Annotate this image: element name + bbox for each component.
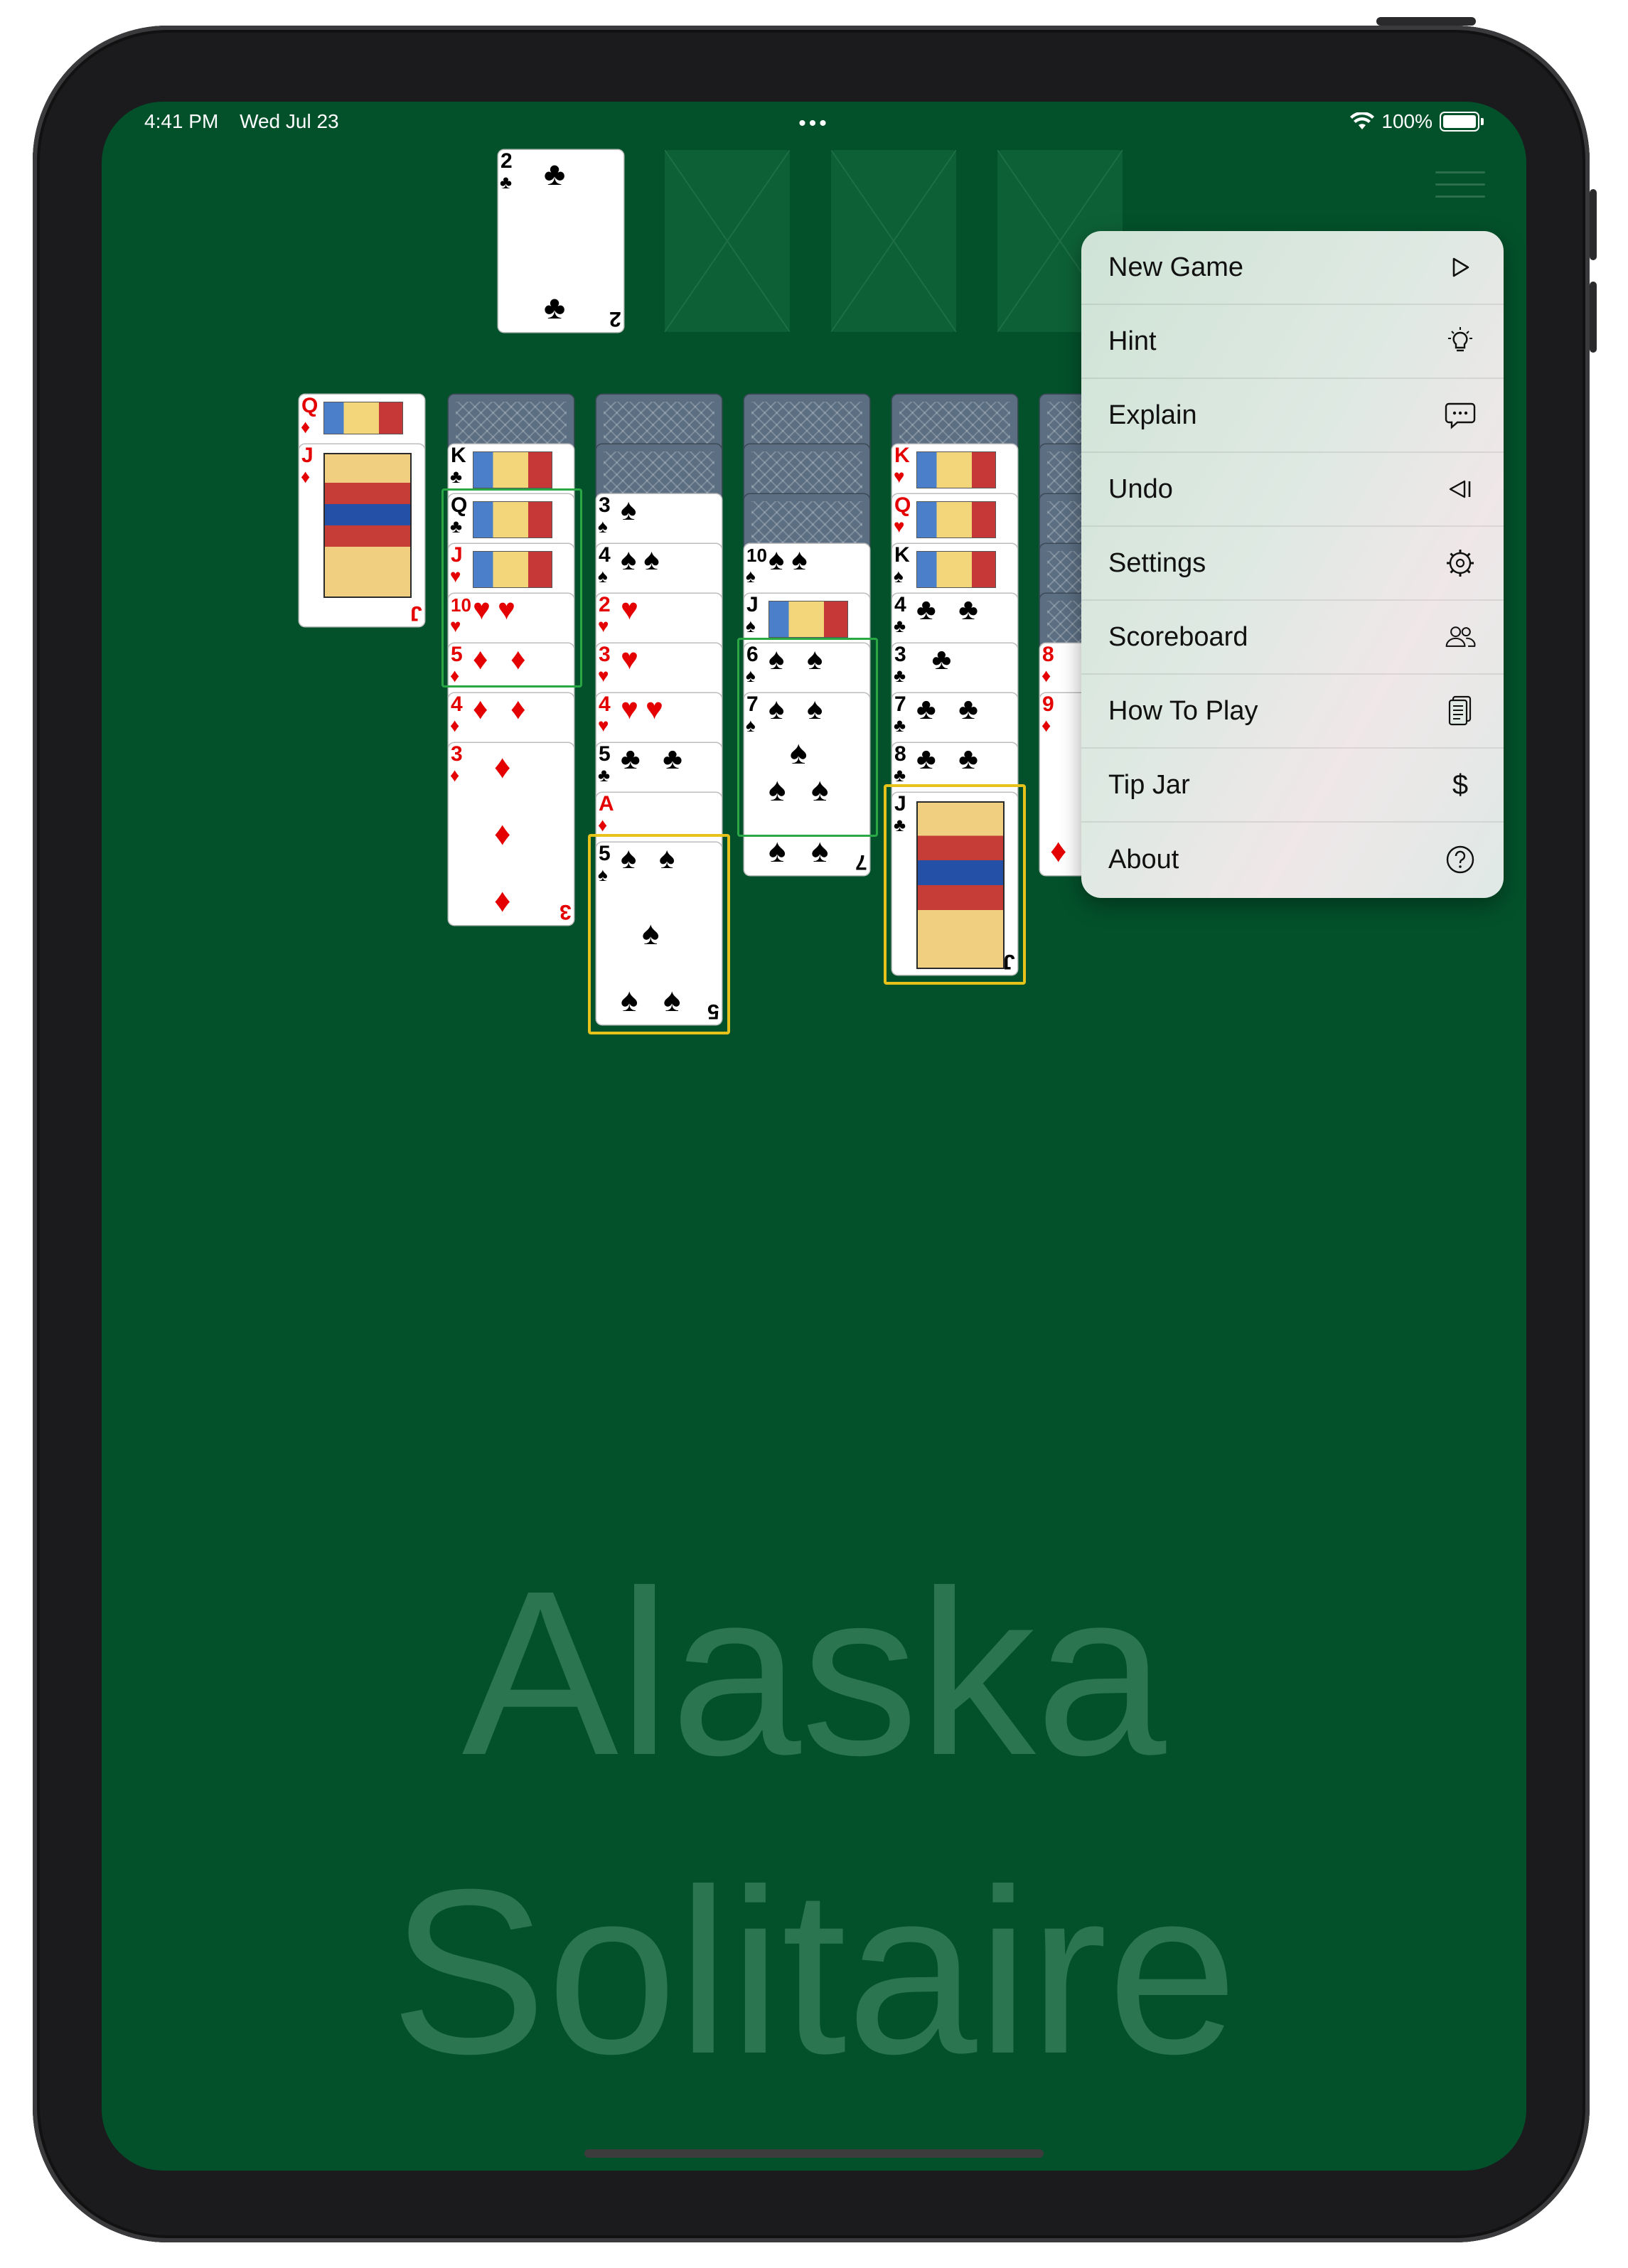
question-icon — [1444, 843, 1477, 876]
foundation-slot-empty[interactable] — [831, 150, 956, 332]
battery-icon — [1440, 112, 1479, 132]
card-rank: 2 — [500, 150, 513, 173]
volume-up-button — [1590, 189, 1597, 260]
speech-bubble-icon — [1444, 399, 1477, 432]
menu-item-label: Settings — [1108, 547, 1206, 578]
menu-item-about[interactable]: About — [1081, 823, 1504, 897]
watermark-title-line2: Solitaire — [390, 1840, 1238, 2102]
top-button — [1376, 17, 1476, 26]
card-rank-bottom: 2 — [609, 307, 621, 331]
face-art — [916, 501, 996, 538]
menu-button[interactable] — [1435, 171, 1485, 214]
volume-down-button — [1590, 282, 1597, 353]
card-3-diamonds[interactable]: 3 ♦ ♦ ♦ ♦ 3 — [449, 743, 574, 925]
gear-icon — [1444, 547, 1477, 579]
face-art — [323, 402, 403, 434]
game-menu: New Game Hint Explain Undo Settings Scor… — [1081, 231, 1504, 898]
menu-item-label: Scoreboard — [1108, 621, 1248, 652]
status-time: 4:41 PM — [144, 110, 219, 132]
face-art — [769, 601, 848, 638]
pip: ♣ — [544, 155, 566, 192]
highlight-hint-source — [588, 834, 730, 1034]
face-art — [323, 453, 412, 598]
menu-item-label: Undo — [1108, 474, 1173, 504]
menu-item-tip-jar[interactable]: Tip Jar $ — [1081, 749, 1504, 823]
menu-item-hint[interactable]: Hint — [1081, 305, 1504, 379]
document-icon — [1444, 695, 1477, 727]
people-icon — [1444, 621, 1477, 653]
menu-item-how-to-play[interactable]: How To Play — [1081, 675, 1504, 749]
foundation-slot-empty[interactable] — [665, 150, 790, 332]
highlight-movable-group — [737, 638, 878, 837]
home-indicator[interactable] — [584, 2149, 1044, 2158]
undo-icon — [1444, 473, 1477, 506]
face-art — [916, 551, 996, 588]
dollar-icon: $ — [1452, 769, 1469, 801]
status-time-date: 4:41 PM Wed Jul 23 — [144, 110, 339, 133]
menu-item-label: About — [1108, 844, 1179, 874]
status-right: 100% — [1350, 110, 1484, 133]
menu-item-undo[interactable]: Undo — [1081, 453, 1504, 527]
battery-cap — [1481, 118, 1484, 125]
face-art — [473, 451, 552, 488]
menu-item-settings[interactable]: Settings — [1081, 527, 1504, 601]
highlight-movable-group — [441, 488, 582, 688]
face-art — [916, 451, 996, 488]
menu-item-scoreboard[interactable]: Scoreboard — [1081, 601, 1504, 675]
menu-item-label: Tip Jar — [1108, 769, 1190, 800]
status-date: Wed Jul 23 — [240, 110, 339, 132]
menu-item-label: Explain — [1108, 400, 1197, 430]
card-suit: ♣ — [500, 171, 513, 193]
lightbulb-icon — [1444, 325, 1477, 358]
menu-item-label: How To Play — [1108, 695, 1258, 726]
highlight-hint-target — [884, 784, 1026, 985]
menu-item-new-game[interactable]: New Game — [1081, 231, 1504, 305]
menu-item-explain[interactable]: Explain — [1081, 379, 1504, 453]
menu-item-label: New Game — [1108, 252, 1244, 282]
game-screen: 4:41 PM Wed Jul 23 ••• 100% 2 ♣ ♣ ♣ 2 Q ♦… — [102, 102, 1526, 2171]
wifi-icon — [1350, 112, 1375, 129]
menu-item-label: Hint — [1108, 326, 1157, 356]
battery-percent: 100% — [1381, 110, 1432, 132]
card-jack-diamonds[interactable]: J ♦ J — [299, 444, 424, 626]
foundation-card-2-clubs[interactable]: 2 ♣ ♣ ♣ 2 — [498, 150, 623, 332]
watermark-title-line1: Alaska — [461, 1541, 1167, 1804]
multitask-dots[interactable]: ••• — [798, 112, 830, 136]
pip: ♣ — [544, 289, 566, 326]
play-icon — [1444, 251, 1477, 284]
